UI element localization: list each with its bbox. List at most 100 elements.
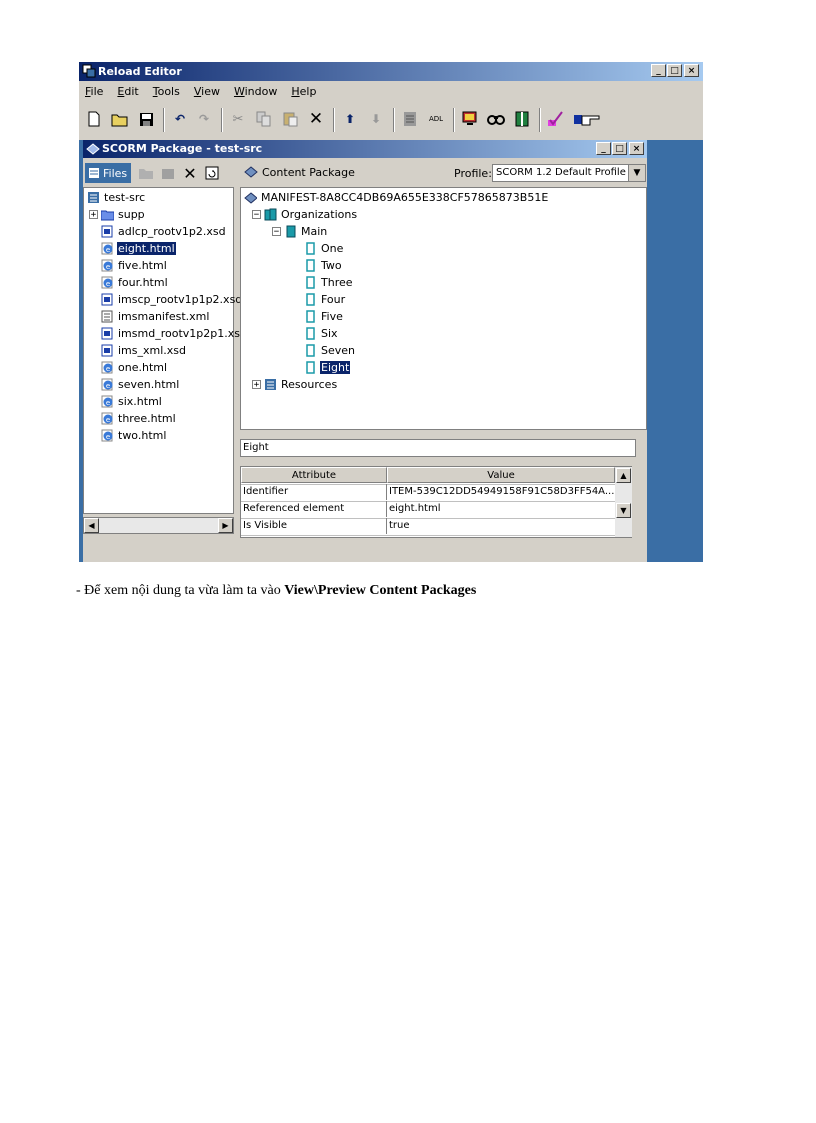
selected-item-name-field[interactable]: Eight (240, 439, 636, 457)
chevron-down-icon[interactable]: ▼ (628, 165, 645, 181)
find-binoculars-icon[interactable] (487, 110, 505, 128)
collapse-icon[interactable]: − (272, 226, 281, 236)
tree-node[interactable]: Six (304, 325, 339, 341)
tree-node[interactable]: Seven (304, 342, 356, 358)
menu-file[interactable]: File (79, 83, 111, 100)
copy-icon[interactable] (255, 110, 273, 128)
scroll-up-arrow-icon[interactable]: ▲ (616, 468, 631, 483)
tree-node-label: Three (321, 275, 353, 289)
menu-help[interactable]: Help (285, 83, 324, 100)
tree-node[interactable]: e six.html (101, 393, 163, 409)
new-file-icon[interactable] (85, 110, 103, 128)
folder-icon (101, 210, 114, 220)
minimize-button[interactable]: _ (651, 64, 666, 77)
tree-node-label: Organizations (281, 207, 358, 221)
tree-node[interactable]: One (304, 240, 344, 256)
attributes-vscrollbar[interactable]: ▲ ▼ (615, 467, 632, 537)
menu-tools[interactable]: Tools (147, 83, 188, 100)
toolbar-separator (333, 108, 335, 132)
tree-node[interactable]: − Organizations (252, 206, 358, 222)
tree-node[interactable]: e one.html (101, 359, 168, 375)
undo-icon[interactable]: ↶ (171, 110, 189, 128)
close-button[interactable]: × (684, 64, 699, 77)
tree-node[interactable]: ims_xml.xsd (101, 342, 187, 358)
files-tab-label: Files (103, 166, 128, 180)
tree-node[interactable]: adlcp_rootv1p2.xsd (101, 223, 227, 239)
move-down-icon[interactable]: ⬇ (367, 110, 385, 128)
book-icon[interactable] (513, 110, 531, 128)
tree-node[interactable]: e three.html (101, 410, 177, 426)
file-tree-hscrollbar[interactable]: ◀ ▶ (83, 517, 234, 534)
profile-select[interactable]: SCORM 1.2 Default Profile ▼ (492, 164, 646, 182)
delete-file-icon[interactable]: ✕ (181, 164, 199, 183)
paste-icon[interactable] (281, 110, 299, 128)
tree-node[interactable]: e eight.html (101, 240, 176, 256)
menu-window[interactable]: Window (228, 83, 285, 100)
refresh-icon[interactable] (203, 164, 221, 182)
expand-icon[interactable]: + (89, 209, 98, 219)
files-tab[interactable]: Files (85, 163, 131, 183)
pointing-hand-icon[interactable] (573, 110, 601, 128)
scorm-package-title: SCORM Package - test-src (102, 142, 263, 155)
move-up-icon[interactable]: ⬆ (341, 110, 359, 128)
maximize-button[interactable]: □ (667, 64, 682, 77)
screenshot: Reload Editor _ □ × File Edit Tools View… (79, 62, 703, 562)
scroll-right-arrow-icon[interactable]: ▶ (218, 518, 233, 533)
tree-node[interactable]: + supp (89, 206, 146, 222)
caption-menu-path: View\Preview Content Packages (284, 583, 477, 598)
tree-node[interactable]: + Resources (252, 376, 338, 392)
scroll-down-arrow-icon[interactable]: ▼ (616, 503, 631, 518)
table-row[interactable]: Referenced element eight.html (241, 501, 615, 519)
tree-node[interactable]: imsmanifest.xml (101, 308, 210, 324)
cut-icon[interactable]: ✂ (229, 110, 247, 128)
tree-node[interactable]: Eight (304, 359, 351, 375)
html-file-icon: e (101, 395, 113, 407)
package-minimize-button[interactable]: _ (596, 142, 611, 155)
table-row[interactable]: Identifier ITEM-539C12DD54949158F91C58D3… (241, 484, 615, 502)
tree-node-label: ims_xml.xsd (118, 343, 187, 357)
tree-node-label: Six (321, 326, 338, 340)
collapse-icon[interactable]: − (252, 209, 261, 219)
tree-node[interactable]: e four.html (101, 274, 169, 290)
toolbar-separator (393, 108, 395, 132)
table-row[interactable]: Is Visible true (241, 518, 615, 536)
package-maximize-button[interactable]: □ (612, 142, 627, 155)
item-icon (306, 343, 315, 357)
files-toolbar: Files ✕ (83, 161, 234, 185)
tree-node-label: five.html (118, 258, 167, 272)
tree-node[interactable]: test-src (87, 189, 146, 205)
tree-node[interactable]: MANIFEST-8A8CC4DB69A655E338CF57865873B51… (244, 189, 549, 205)
menu-view[interactable]: View (188, 83, 228, 100)
tree-node[interactable]: Five (304, 308, 344, 324)
content-package-toolbar: Content Package Profile: SCORM 1.2 Defau… (240, 161, 647, 185)
attributes-header-row: Attribute Value (241, 467, 615, 485)
scroll-left-arrow-icon[interactable]: ◀ (84, 518, 99, 533)
adl-button[interactable]: ADL (423, 110, 449, 128)
open-folder-icon[interactable] (111, 110, 129, 128)
package-close-button[interactable]: × (629, 142, 644, 155)
content-package-label: Content Package (262, 165, 355, 179)
tree-node[interactable]: e two.html (101, 427, 167, 443)
tree-node[interactable]: e seven.html (101, 376, 180, 392)
tree-node[interactable]: e five.html (101, 257, 168, 273)
tree-node[interactable]: imsmd_rootv1p2p1.xsd (101, 325, 248, 341)
metadata-icon[interactable] (401, 110, 419, 128)
tree-node[interactable]: − Main (272, 223, 328, 239)
delete-icon[interactable]: ✕ (307, 109, 325, 129)
app-title: Reload Editor (98, 65, 182, 78)
tree-node-label: Two (321, 258, 342, 272)
redo-icon[interactable]: ↷ (195, 110, 213, 128)
validate-check-icon[interactable] (547, 110, 565, 128)
tree-node[interactable]: Three (304, 274, 354, 290)
profile-label: Profile: (454, 167, 492, 180)
expand-icon[interactable]: + (252, 379, 261, 389)
preview-monitor-icon[interactable] (461, 110, 479, 128)
save-icon[interactable] (137, 110, 155, 128)
svg-text:e: e (106, 433, 110, 441)
import-folder-icon[interactable] (137, 164, 155, 182)
tree-node[interactable]: Two (304, 257, 343, 273)
tree-node[interactable]: imscp_rootv1p1p2.xsd (101, 291, 243, 307)
add-files-icon[interactable] (159, 164, 177, 182)
tree-node[interactable]: Four (304, 291, 346, 307)
menu-edit[interactable]: Edit (111, 83, 146, 100)
